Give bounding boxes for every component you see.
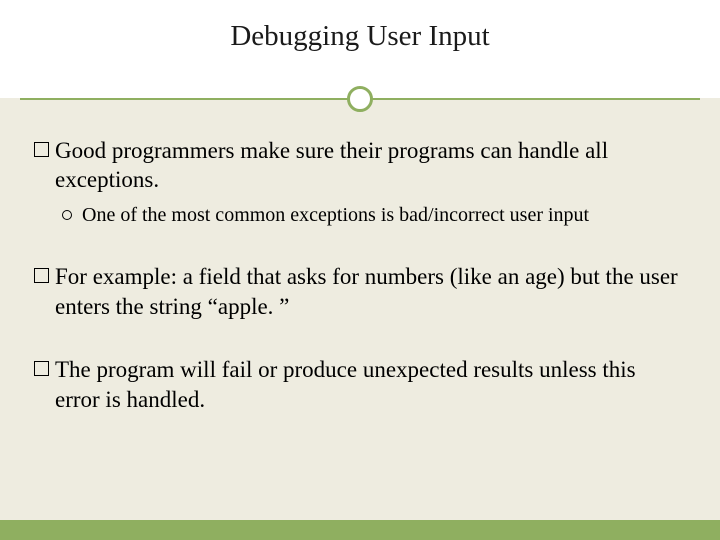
bullet-text: The program will fail or produce unexpec… — [55, 355, 686, 414]
sub-bullet-item: One of the most common exceptions is bad… — [62, 203, 686, 229]
bullet-item: Good programmers make sure their program… — [34, 136, 686, 195]
divider — [0, 86, 720, 114]
square-bullet-icon — [34, 268, 49, 283]
slide-body: Good programmers make sure their program… — [0, 98, 720, 414]
bullet-block: For example: a field that asks for numbe… — [34, 262, 686, 321]
divider-circle-icon — [347, 86, 373, 112]
bullet-text: For example: a field that asks for numbe… — [55, 262, 686, 321]
circle-bullet-icon — [62, 210, 72, 220]
bullet-text: Good programmers make sure their program… — [55, 136, 686, 195]
bullet-item: For example: a field that asks for numbe… — [34, 262, 686, 321]
square-bullet-icon — [34, 142, 49, 157]
bullet-item: The program will fail or produce unexpec… — [34, 355, 686, 414]
slide: Debugging User Input Good programmers ma… — [0, 0, 720, 540]
sub-bullet-text: One of the most common exceptions is bad… — [82, 203, 589, 229]
bullet-block: Good programmers make sure their program… — [34, 136, 686, 228]
square-bullet-icon — [34, 361, 49, 376]
slide-header: Debugging User Input — [0, 0, 720, 98]
bullet-block: The program will fail or produce unexpec… — [34, 355, 686, 414]
footer-accent-bar — [0, 520, 720, 540]
slide-title: Debugging User Input — [0, 20, 720, 53]
